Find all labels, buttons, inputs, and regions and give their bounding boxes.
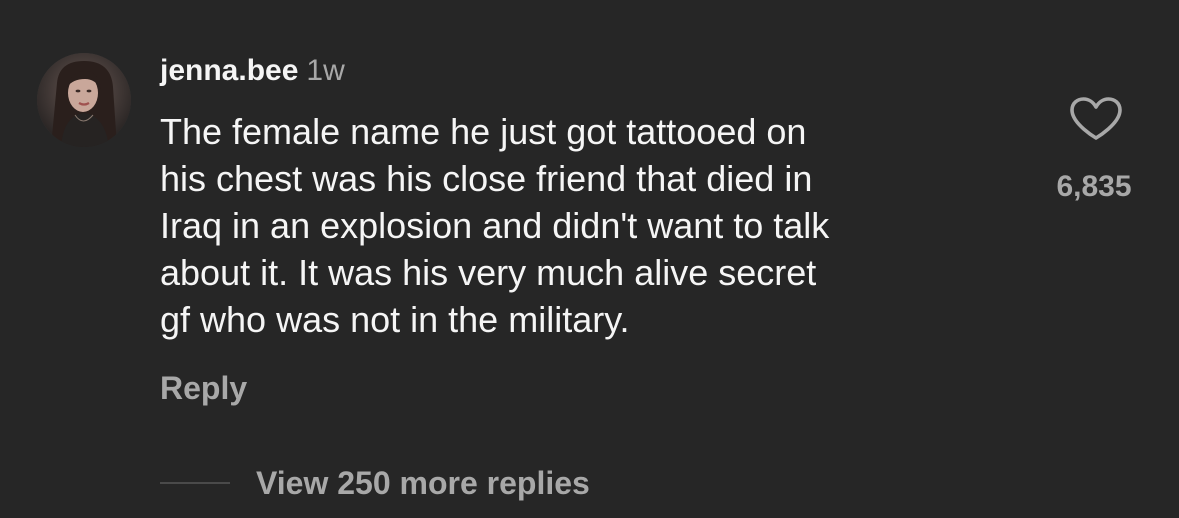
comment-line: about it. It was his very much alive sec…: [160, 252, 817, 293]
comment-line: Iraq in an explosion and didn't want to …: [160, 205, 830, 246]
avatar[interactable]: [37, 53, 131, 147]
heart-outline-icon: [1070, 97, 1122, 140]
comment-line: gf who was not in the military.: [160, 299, 630, 340]
comment-screen: jenna.bee 1w The female name he just got …: [0, 0, 1179, 518]
like-count: 6,835: [1056, 170, 1132, 203]
view-replies-label: View 250 more replies: [256, 464, 590, 501]
username[interactable]: jenna.bee: [160, 54, 298, 87]
reply-button[interactable]: Reply: [160, 370, 247, 407]
comment-line: his chest was his close friend that died…: [160, 158, 813, 199]
divider-line: [160, 482, 230, 484]
like-button[interactable]: [1068, 96, 1124, 142]
comment-header: jenna.bee 1w: [160, 54, 345, 88]
comment-line: The female name he just got tattooed on: [160, 111, 807, 152]
view-replies-button[interactable]: View 250 more replies: [160, 462, 590, 504]
timestamp: 1w: [306, 54, 345, 87]
comment-text: The female name he just got tattooed on …: [160, 108, 990, 343]
